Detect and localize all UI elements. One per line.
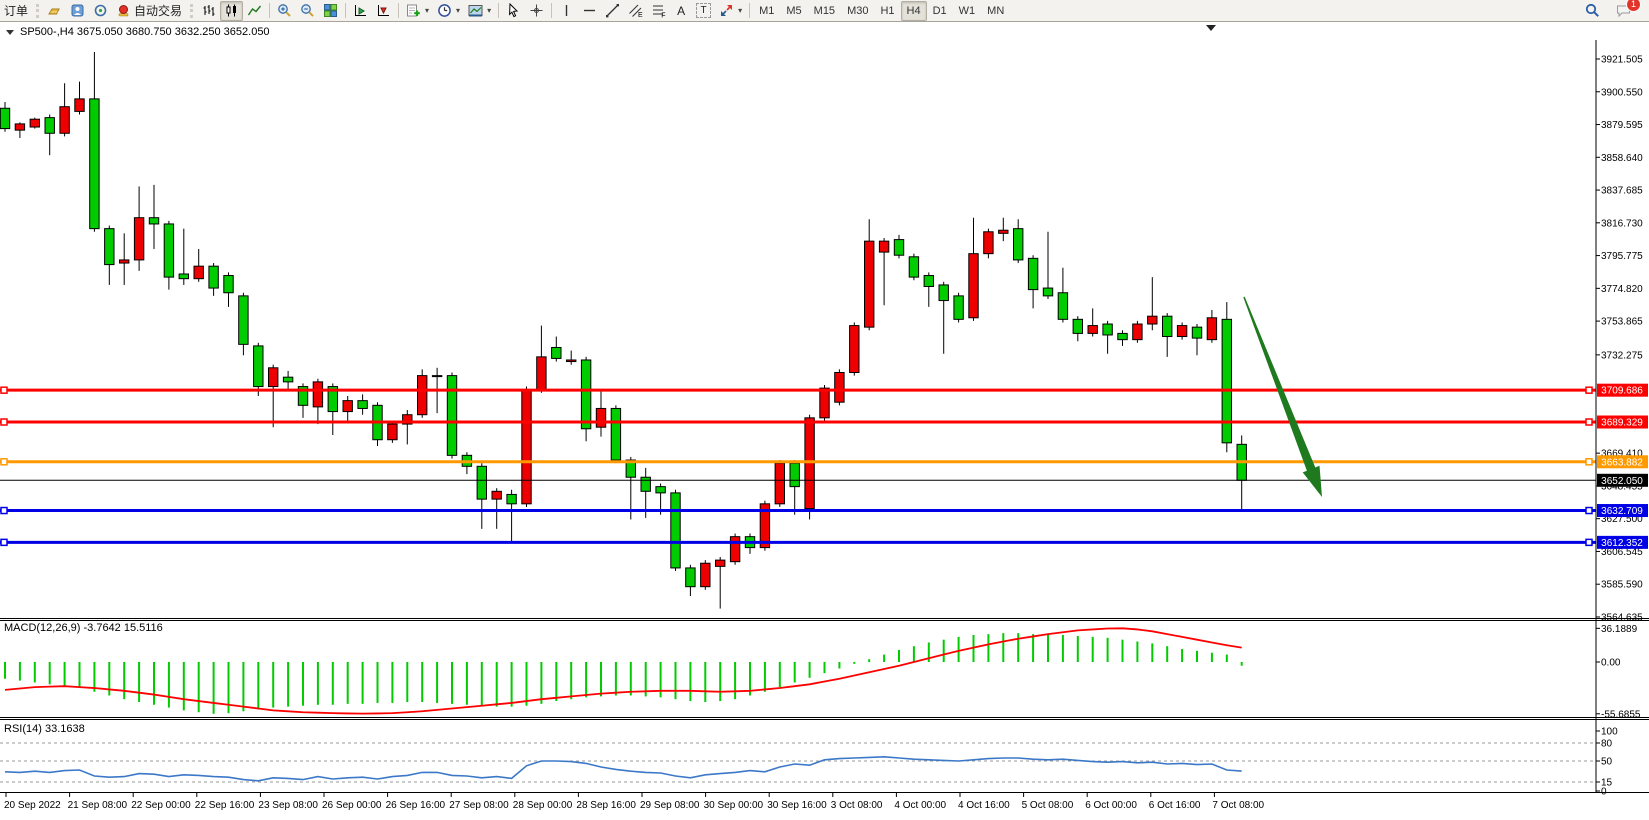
- chart-title: SP500-,H4 3675.050 3680.750 3632.250 365…: [20, 26, 270, 38]
- trendline-tool-button[interactable]: [601, 1, 624, 21]
- app-window: 3921.5053900.5503879.5953858.6403837.685…: [0, 0, 1649, 820]
- zoom-out-icon: [300, 3, 315, 18]
- autotrading-button[interactable]: 自动交易: [112, 1, 186, 21]
- macd-label: MACD(12,26,9) -3.7642 15.5116: [4, 622, 163, 634]
- text-tool-icon: A: [674, 4, 688, 18]
- dropdown-caret-icon: ▾: [425, 6, 429, 15]
- search-button[interactable]: [1581, 1, 1604, 21]
- tile-windows-icon: [323, 3, 338, 18]
- clock-icon: [437, 3, 452, 18]
- candlestick-chart-icon: [224, 3, 239, 18]
- bar-chart-icon: [201, 3, 216, 18]
- text-tool-button[interactable]: A: [670, 1, 692, 21]
- dropdown-caret-icon: ▾: [456, 6, 460, 15]
- signals-icon: [93, 3, 108, 18]
- bar-chart-mode-button[interactable]: [197, 1, 220, 21]
- toolbar-separator: [551, 3, 552, 18]
- new-order-button[interactable]: 订单: [0, 1, 32, 21]
- timeframe-m30-button[interactable]: M30: [841, 1, 874, 21]
- candles-layer: [0, 52, 1246, 609]
- equidistant-channel-icon: E: [628, 3, 643, 18]
- gold-ingot-button[interactable]: [43, 1, 66, 21]
- search-icon: [1585, 3, 1600, 18]
- new-chart-icon: [406, 3, 421, 18]
- svg-text:F: F: [661, 13, 665, 19]
- timeframe-d1-button[interactable]: D1: [927, 1, 953, 21]
- toolbar: 订单 自动交易: [0, 0, 1649, 22]
- zoom-in-icon: [277, 3, 292, 18]
- chart-canvas[interactable]: 3921.5053900.5503879.5953858.6403837.685…: [0, 0, 1649, 820]
- vertical-line-icon: [559, 3, 574, 18]
- crosshair-icon: [529, 3, 544, 18]
- cursor-icon: [506, 3, 521, 18]
- chart-shift-button[interactable]: [372, 1, 395, 21]
- toolbar-separator: [749, 3, 750, 18]
- timeframe-h4-button[interactable]: H4: [901, 1, 927, 21]
- crosshair-tool-button[interactable]: [525, 1, 548, 21]
- market-panel-button[interactable]: [66, 1, 89, 21]
- new-order-label: 订单: [4, 2, 28, 19]
- chart-title-bar: SP500-,H4 3675.050 3680.750 3632.250 365…: [6, 26, 270, 38]
- arrows-tool-button[interactable]: ▾: [715, 1, 746, 21]
- cursor-tool-button[interactable]: [502, 1, 525, 21]
- fibonacci-icon: F: [651, 3, 666, 18]
- dropdown-caret-icon: ▾: [738, 6, 742, 15]
- horizontal-line-icon: [582, 3, 597, 18]
- horizontal-line-tool-button[interactable]: [578, 1, 601, 21]
- fibonacci-tool-button[interactable]: F: [647, 1, 670, 21]
- label-tool-icon: T: [696, 3, 711, 18]
- rsi-label: RSI(14) 33.1638: [4, 723, 85, 735]
- price-axis[interactable]: [1596, 40, 1649, 793]
- trend-arrow-annotation: [1243, 297, 1322, 497]
- candle-chart-mode-button[interactable]: [220, 1, 243, 21]
- svg-text:E: E: [638, 12, 643, 18]
- templates-icon: [468, 3, 483, 18]
- dropdown-caret-icon: ▾: [487, 6, 491, 15]
- timeframe-mn-button[interactable]: MN: [981, 1, 1010, 21]
- timeframe-m5-button[interactable]: M5: [780, 1, 807, 21]
- label-tool-button[interactable]: T: [692, 1, 715, 21]
- market-panel-icon: [70, 3, 85, 18]
- tile-windows-button[interactable]: [319, 1, 342, 21]
- time-axis[interactable]: [0, 793, 1596, 815]
- new-chart-button[interactable]: ▾: [402, 1, 433, 21]
- auto-scroll-button[interactable]: [349, 1, 372, 21]
- toolbar-grip: [190, 4, 193, 18]
- chart-shift-marker: [1206, 25, 1216, 31]
- line-chart-icon: [247, 3, 262, 18]
- timeframe-m1-button[interactable]: M1: [753, 1, 780, 21]
- toolbar-separator: [398, 3, 399, 18]
- gold-ingot-icon: [47, 3, 62, 18]
- periods-button[interactable]: ▾: [433, 1, 464, 21]
- signals-button[interactable]: [89, 1, 112, 21]
- notifications-button[interactable]: 1: [1612, 1, 1635, 21]
- trendline-icon: [605, 3, 620, 18]
- rsi-layer: 1008050150: [0, 727, 1618, 798]
- channel-tool-button[interactable]: E: [624, 1, 647, 21]
- zoom-in-button[interactable]: [273, 1, 296, 21]
- notification-badge: 1: [1626, 0, 1641, 12]
- zoom-out-button[interactable]: [296, 1, 319, 21]
- autotrading-icon: [116, 3, 131, 18]
- auto-scroll-icon: [353, 3, 368, 18]
- autotrading-label: 自动交易: [134, 2, 182, 19]
- timeframe-m15-button[interactable]: M15: [808, 1, 841, 21]
- toolbar-grip: [36, 4, 39, 18]
- toolbar-separator: [345, 3, 346, 18]
- line-chart-mode-button[interactable]: [243, 1, 266, 21]
- templates-button[interactable]: ▾: [464, 1, 495, 21]
- arrows-tool-icon: [719, 3, 734, 18]
- chart-shift-icon: [376, 3, 391, 18]
- toolbar-separator: [269, 3, 270, 18]
- toolbar-separator: [498, 3, 499, 18]
- macd-layer: 36.18890.00-55.6855: [5, 624, 1641, 720]
- timeframe-w1-button[interactable]: W1: [953, 1, 982, 21]
- vertical-line-tool-button[interactable]: [555, 1, 578, 21]
- symbol-dropdown-icon[interactable]: [6, 30, 14, 35]
- timeframe-h1-button[interactable]: H1: [874, 1, 900, 21]
